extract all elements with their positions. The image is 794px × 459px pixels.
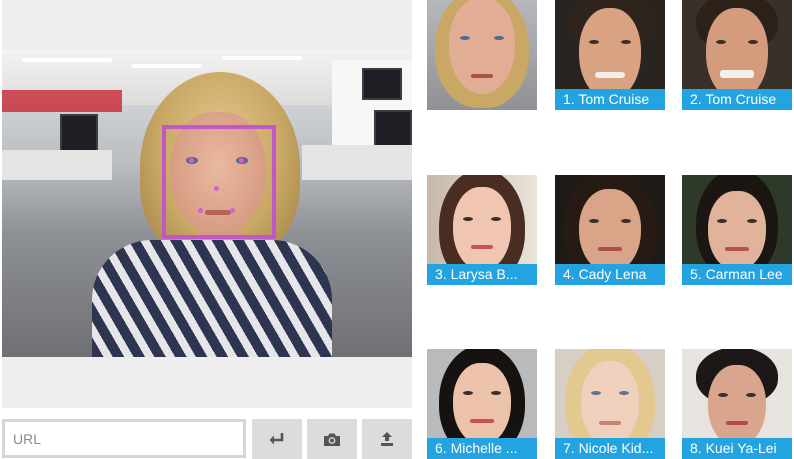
query-face-thumbnail[interactable]: [427, 0, 537, 110]
face-landmark: [230, 208, 235, 213]
result-label: 2. Tom Cruise: [682, 89, 792, 110]
capture-camera-button[interactable]: [307, 419, 357, 459]
face-landmark: [239, 158, 244, 163]
face-landmark: [214, 186, 219, 191]
url-input[interactable]: [2, 419, 246, 458]
match-result-3[interactable]: 3. Larysa B...: [427, 175, 537, 285]
office-monitor: [374, 110, 412, 150]
camera-feed: [2, 50, 412, 357]
enter-arrow-icon: [269, 433, 284, 445]
result-label: 6. Michelle ...: [427, 438, 537, 459]
match-result-6[interactable]: 6. Michelle ...: [427, 349, 537, 459]
office-monitor: [60, 114, 98, 154]
face-landmark: [198, 208, 203, 213]
ceiling-light: [132, 64, 202, 68]
office-wall: [2, 90, 122, 112]
match-result-2[interactable]: 2. Tom Cruise: [682, 0, 792, 110]
office-monitor: [362, 68, 402, 100]
face-photo: [427, 0, 537, 110]
ceiling-light: [222, 56, 302, 60]
match-result-8[interactable]: 8. Kuei Ya-Lei: [682, 349, 792, 459]
result-label: 7. Nicole Kid...: [555, 438, 665, 459]
ceiling-light: [22, 58, 112, 62]
face-detection-box: [162, 125, 276, 239]
match-result-1[interactable]: 1. Tom Cruise: [555, 0, 665, 110]
result-label: 1. Tom Cruise: [555, 89, 665, 110]
match-result-4[interactable]: 4. Cady Lena: [555, 175, 665, 285]
match-result-5[interactable]: 5. Carman Lee: [682, 175, 792, 285]
result-label: 3. Larysa B...: [427, 264, 537, 285]
result-label: 5. Carman Lee: [682, 264, 792, 285]
match-result-7[interactable]: 7. Nicole Kid...: [555, 349, 665, 459]
office-desk: [302, 145, 412, 180]
submit-url-button[interactable]: [252, 419, 302, 459]
upload-icon: [381, 432, 393, 446]
camera-panel: [2, 0, 412, 408]
face-landmark: [189, 158, 194, 163]
camera-icon: [324, 433, 340, 446]
person-shirt: [92, 240, 332, 357]
result-label: 4. Cady Lena: [555, 264, 665, 285]
upload-image-button[interactable]: [362, 419, 412, 459]
result-label: 8. Kuei Ya-Lei: [682, 438, 792, 459]
office-desk: [2, 150, 112, 180]
